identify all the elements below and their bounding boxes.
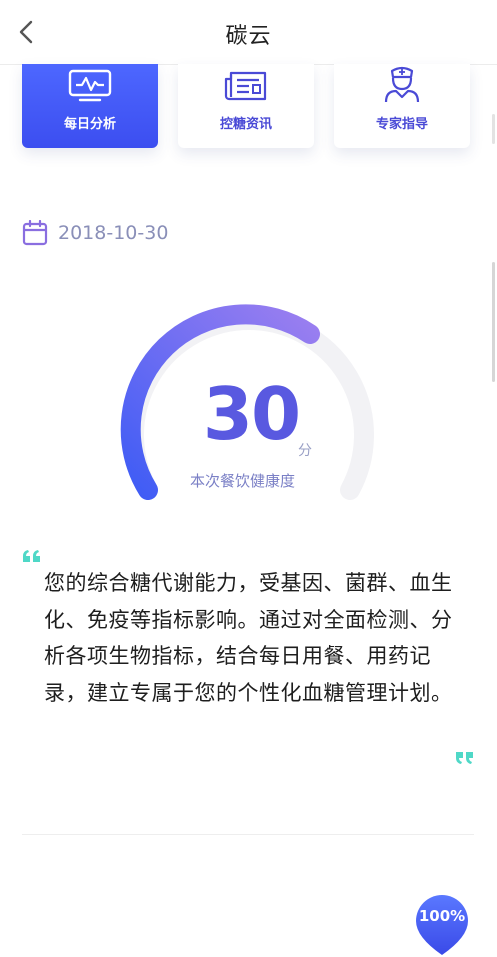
tab-expert-guidance[interactable]: 专家指导 xyxy=(334,64,470,148)
health-score-unit: 分 xyxy=(298,443,312,459)
tab-label: 每日分析 xyxy=(63,117,116,132)
close-quote-icon xyxy=(456,752,473,764)
health-score-value: 30 xyxy=(202,372,301,456)
progress-badge[interactable]: 100% xyxy=(414,893,470,955)
tab-label: 专家指导 xyxy=(375,117,428,132)
divider xyxy=(22,834,474,835)
doctor-icon xyxy=(382,66,422,103)
top-bar: 碳云 xyxy=(0,0,497,65)
tab-sugar-news[interactable]: 控糖资讯 xyxy=(178,64,314,148)
calendar-icon xyxy=(22,220,48,246)
monitor-chart-icon xyxy=(68,67,112,103)
tab-daily-analysis[interactable]: 每日分析 xyxy=(22,64,158,148)
page-title: 碳云 xyxy=(225,24,272,49)
scrollbar-thumb-small[interactable] xyxy=(492,114,495,144)
scrollbar-thumb[interactable] xyxy=(492,262,495,382)
progress-percent: 100% xyxy=(418,907,466,925)
analysis-date: 2018-10-30 xyxy=(58,222,169,244)
description-text: 您的综合糖代谢能力，受基因、菌群、血生化、免疫等指标影响。通过对全面检测、分析各… xyxy=(44,571,453,705)
date-row: 2018-10-30 xyxy=(22,220,168,246)
tab-label: 控糖资讯 xyxy=(219,117,272,132)
category-tabs: 每日分析 控糖资讯 专家指导 xyxy=(0,64,497,148)
news-icon xyxy=(223,67,269,103)
health-score-label: 本次餐饮健康度 xyxy=(190,472,296,490)
open-quote-icon xyxy=(23,550,40,562)
map-pin-icon xyxy=(416,895,468,955)
